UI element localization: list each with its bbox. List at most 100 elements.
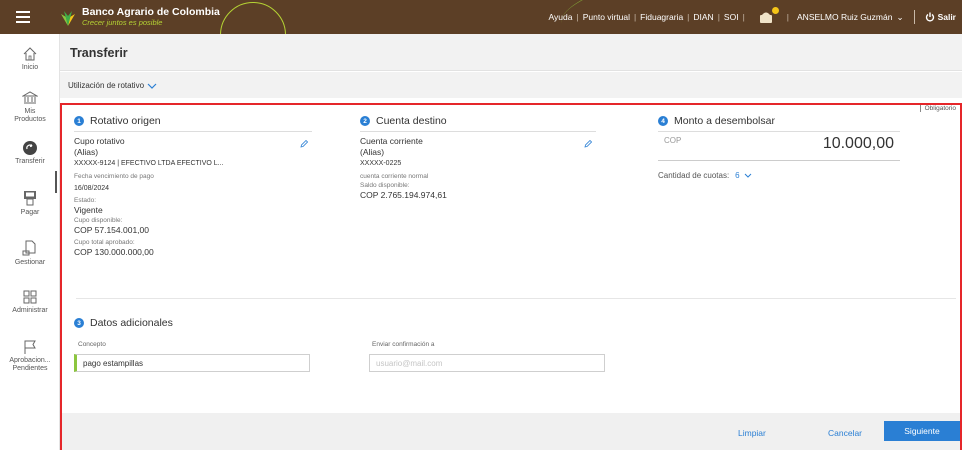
amount-input[interactable]: COP 10.000,00	[658, 131, 900, 161]
total-value: COP 130.000.000,00	[74, 247, 154, 257]
sidebar-item-label: Transferir	[15, 158, 45, 165]
link-soi[interactable]: SOI	[722, 12, 741, 22]
sidebar-item-mis-productos[interactable]: Mis Productos	[0, 90, 60, 124]
brand-name: Banco Agrario de Colombia	[82, 6, 220, 18]
origen-type: Cupo rotativo	[74, 136, 125, 146]
destino-title: Cuenta destino	[376, 115, 447, 127]
next-button[interactable]: Siguiente	[884, 421, 960, 441]
sidebar-item-inicio[interactable]: Inicio	[0, 46, 60, 72]
sidebar-item-aprobaciones-pendientes[interactable]: Aprobacion... Pendientes	[0, 339, 60, 373]
logout-button[interactable]: Salir	[915, 12, 962, 22]
clear-button[interactable]: Limpiar	[738, 428, 766, 438]
monto-title: Monto a desembolsar	[674, 115, 775, 127]
manage-icon	[22, 240, 36, 256]
top-links: Ayuda | Punto virtual | Fiduagraria | DI…	[547, 0, 962, 34]
destino-alias: (Alias)	[360, 147, 385, 157]
sidebar: Inicio Mis Productos Transferir Pagar Ge…	[0, 34, 60, 450]
step-number-1: 1	[74, 116, 84, 126]
sidebar-item-label: Pagar	[20, 209, 40, 216]
destino-card[interactable]: Cuenta corriente (Alias) XXXXX-0225 cuen…	[360, 131, 596, 201]
sidebar-item-label: Aprobacion... Pendientes	[9, 357, 51, 372]
link-fiduagraria[interactable]: Fiduagraria	[638, 12, 685, 22]
balance-label: Saldo disponible:	[360, 182, 410, 189]
sidebar-item-label: Mis Productos	[14, 108, 46, 123]
available-label: Cupo disponible:	[74, 217, 123, 224]
page-title: Transferir	[70, 46, 128, 60]
rotativo-dropdown[interactable]: Utilización de rotativo	[68, 81, 157, 90]
origen-title: Rotativo origen	[90, 115, 161, 127]
grid-icon	[23, 290, 37, 304]
brand-slogan: Crecer juntos es posible	[82, 18, 163, 27]
edit-icon[interactable]	[584, 140, 592, 148]
section-divider	[76, 298, 956, 299]
sidebar-item-gestionar[interactable]: Gestionar	[0, 239, 60, 267]
flag-icon	[24, 340, 36, 354]
transfer-form-panel: Obligatorio 1 Rotativo origen Cupo rotat…	[60, 103, 962, 450]
notifications-icon[interactable]	[759, 7, 779, 24]
decorative-circle	[220, 2, 286, 34]
chevron-down-icon: ⌄	[896, 11, 904, 22]
user-menu[interactable]: ANSELMO Ruiz Guzmán ⌄	[797, 10, 915, 24]
email-placeholder: usuario@mail.com	[376, 358, 443, 368]
power-icon	[925, 12, 934, 22]
datos-title: Datos adicionales	[90, 317, 173, 329]
email-input[interactable]: usuario@mail.com	[369, 354, 605, 372]
destino-section: 2 Cuenta destino Cuenta corriente (Alias…	[360, 115, 596, 201]
available-value: COP 57.154.001,00	[74, 225, 149, 235]
sub-header: Utilización de rotativo	[60, 72, 962, 98]
cuotas-label: Cantidad de cuotas:	[658, 171, 730, 180]
cuotas-dropdown[interactable]: Cantidad de cuotas: 6	[658, 171, 900, 180]
total-label: Cupo total aprobado:	[74, 239, 135, 246]
concepto-input[interactable]: pago estampillas	[74, 354, 310, 372]
origen-account: XXXXX-9124 | EFECTIVO LTDA EFECTIVO L...	[74, 160, 224, 167]
user-name: ANSELMO Ruiz Guzmán	[797, 12, 893, 22]
link-dian[interactable]: DIAN	[691, 12, 715, 22]
home-icon	[23, 47, 37, 61]
amount-value: 10.000,00	[822, 135, 894, 152]
balance-value: COP 2.765.194.974,61	[360, 190, 447, 200]
email-label: Enviar confirmación a	[372, 341, 435, 348]
sidebar-item-administrar[interactable]: Administrar	[0, 289, 60, 315]
sidebar-item-transferir[interactable]: Transferir	[0, 140, 60, 166]
origen-alias: (Alias)	[74, 147, 99, 157]
origen-section: 1 Rotativo origen Cupo rotativo (Alias) …	[74, 115, 312, 258]
datos-section: 3 Datos adicionales	[74, 317, 173, 329]
destino-status: cuenta corriente normal	[360, 173, 429, 180]
top-bar: Banco Agrario de Colombia Crecer juntos …	[0, 0, 962, 34]
sidebar-item-pagar[interactable]: Pagar	[0, 189, 60, 217]
sidebar-item-label: Inicio	[21, 64, 39, 71]
bank-icon	[22, 91, 38, 104]
page-header: Transferir	[60, 34, 962, 71]
chevron-down-icon	[744, 173, 751, 178]
menu-icon[interactable]	[16, 11, 30, 23]
cancel-button[interactable]: Cancelar	[828, 428, 862, 438]
sidebar-item-label: Administrar	[12, 307, 48, 314]
step-number-3: 3	[74, 318, 84, 328]
rotativo-dropdown-label: Utilización de rotativo	[68, 81, 145, 90]
edit-icon[interactable]	[300, 140, 308, 148]
link-ayuda[interactable]: Ayuda	[547, 12, 575, 22]
state-label: Estado:	[74, 197, 97, 204]
due-date-value: 16/08/2024	[74, 185, 110, 192]
step-number-4: 4	[658, 116, 668, 126]
state-value: Vigente	[74, 205, 103, 215]
link-punto-virtual[interactable]: Punto virtual	[581, 12, 632, 22]
monto-section: 4 Monto a desembolsar COP 10.000,00 Cant…	[658, 115, 900, 180]
origen-card[interactable]: Cupo rotativo (Alias) XXXXX-9124 | EFECT…	[74, 131, 312, 258]
concepto-label: Concepto	[78, 341, 106, 348]
transfer-icon	[23, 141, 37, 155]
amount-currency: COP	[664, 136, 682, 145]
pay-icon	[24, 191, 36, 206]
bank-logo-icon	[61, 11, 75, 26]
sidebar-item-label: Gestionar	[14, 259, 46, 266]
chevron-down-icon	[147, 83, 157, 89]
form-footer: Limpiar Cancelar Siguiente	[62, 413, 960, 450]
destino-type: Cuenta corriente	[360, 136, 423, 146]
step-number-2: 2	[360, 116, 370, 126]
due-date-label: Fecha vencimiento de pago	[74, 173, 154, 180]
concepto-value: pago estampillas	[83, 358, 144, 368]
destino-account: XXXXX-0225	[360, 160, 402, 167]
cuotas-value: 6	[735, 171, 740, 180]
logout-label: Salir	[937, 12, 956, 22]
required-note: Obligatorio	[919, 105, 956, 112]
